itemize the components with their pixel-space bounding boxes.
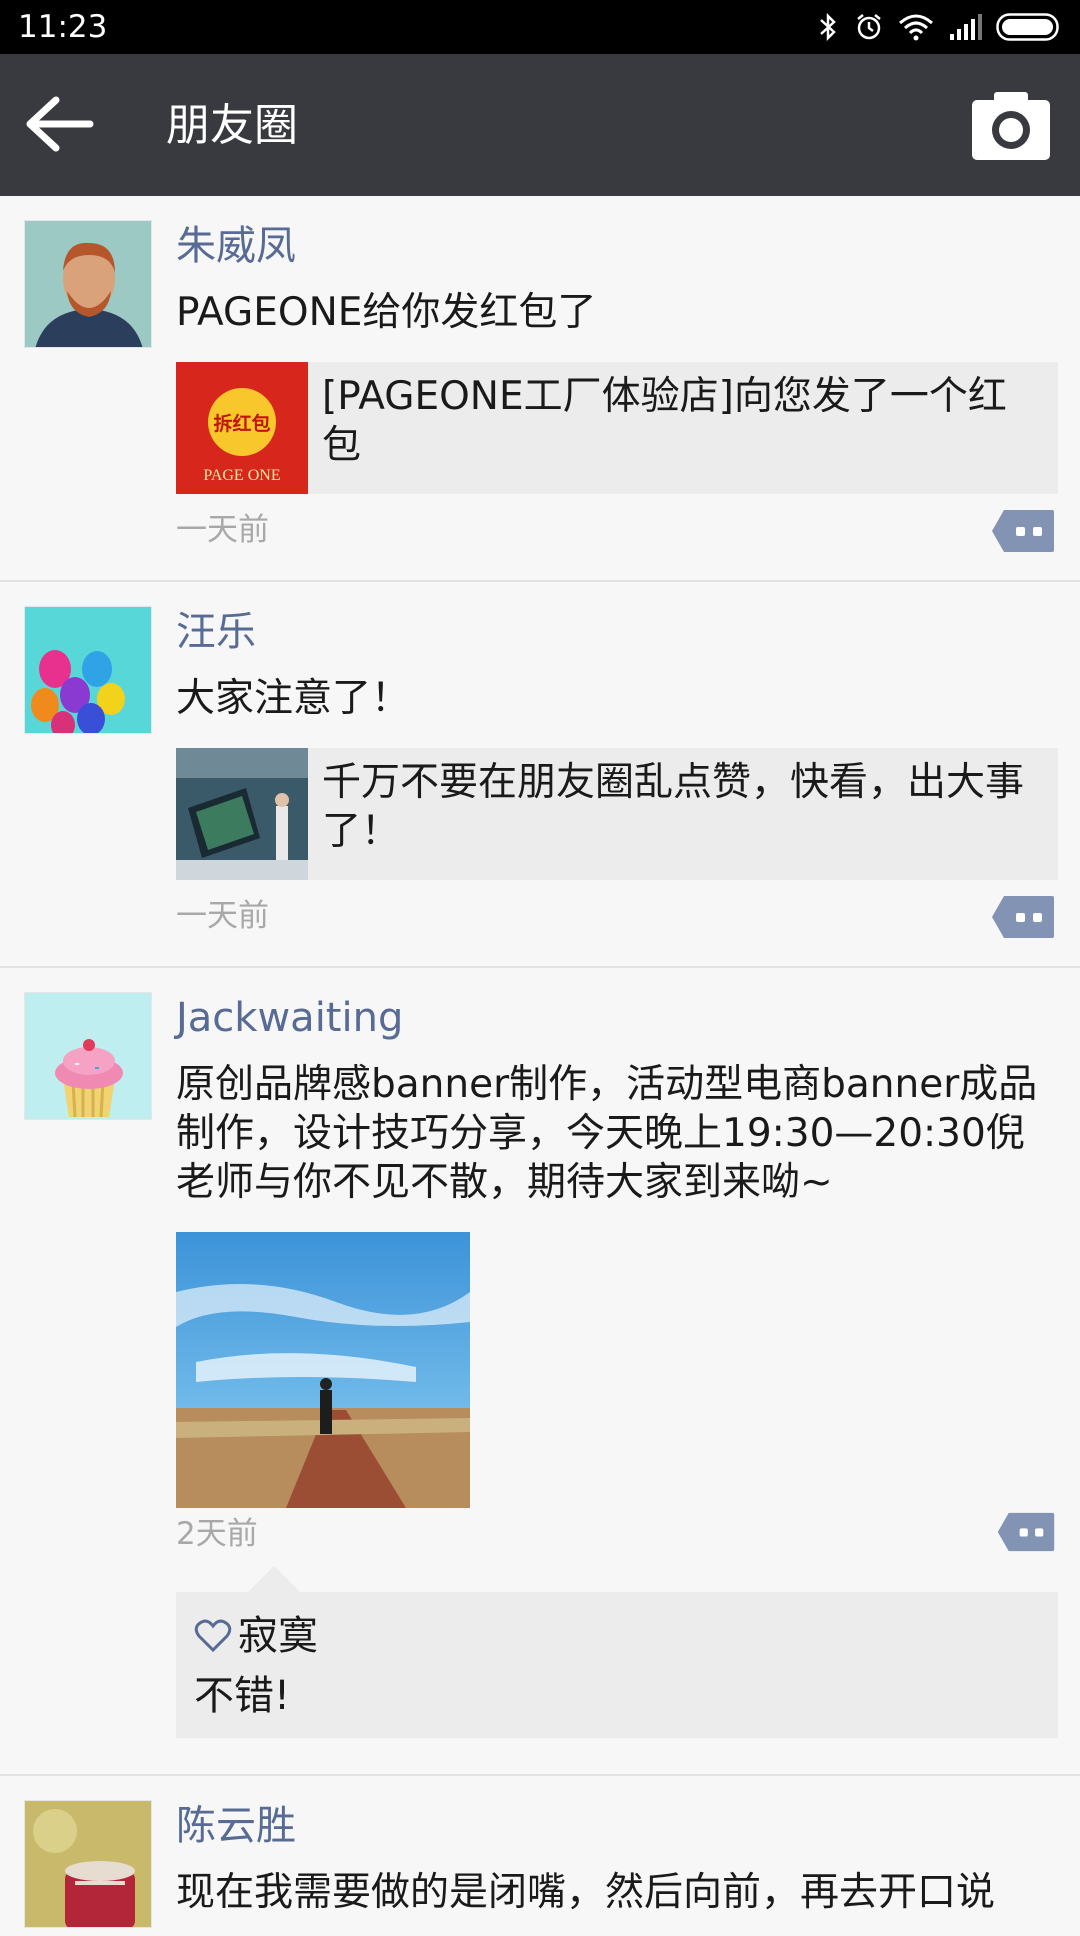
likes-comments-box: 寂寞 不错! — [176, 1566, 1058, 1738]
post-item: 汪乐 大家注意了！ 千万不要在朋友圈乱点赞，快看，出大事了！ 一天前 — [0, 582, 1080, 968]
comment-button[interactable] — [990, 894, 1056, 940]
post-text: 原创品牌感banner制作，活动型电商banner成品制作，设计技巧分享，今天晚… — [176, 1062, 1038, 1205]
post-time: 一天前 — [176, 898, 269, 934]
link-title: [PAGEONE工厂体验店]向您发了一个红包 — [322, 374, 1007, 468]
status-time: 11:23 — [18, 9, 108, 45]
wifi-icon — [899, 14, 933, 41]
post-item: 朱威凤 PAGEONE给你发红包了 拆红包 PAGE ONE [PAGEONE工… — [0, 196, 1080, 582]
back-button[interactable] — [26, 92, 96, 156]
page-title: 朋友圈 — [166, 100, 298, 151]
comment-bubble-icon — [992, 896, 1054, 938]
avatar[interactable] — [24, 220, 152, 348]
comment-box-pointer — [248, 1566, 300, 1592]
post-author-name[interactable]: 朱威凤 — [176, 218, 296, 274]
post-author-name[interactable]: 陈云胜 — [176, 1798, 296, 1854]
comment-bubble-icon — [997, 1512, 1055, 1552]
comment-text: 不错! — [194, 1673, 291, 1719]
post-author-name[interactable]: 汪乐 — [176, 604, 256, 660]
cupcake-avatar-image — [25, 993, 151, 1119]
avatar[interactable] — [24, 606, 152, 734]
status-bar: 11:23 — [0, 0, 1080, 54]
moments-feed[interactable]: 朱威凤 PAGEONE给你发红包了 拆红包 PAGE ONE [PAGEONE工… — [0, 196, 1080, 1936]
avatar[interactable] — [24, 1800, 152, 1928]
comment-button[interactable] — [990, 508, 1056, 554]
post-time: 2天前 — [176, 1516, 258, 1552]
news-thumbnail — [176, 748, 308, 880]
cake-avatar-image — [25, 1801, 151, 1927]
post-item: Jackwaiting 原创品牌感banner制作，活动型电商banner成品制… — [0, 968, 1080, 1776]
signal-icon — [950, 14, 982, 40]
post-author-name[interactable]: Jackwaiting — [176, 990, 403, 1046]
post-item: 陈云胜 现在我需要做的是闭嘴，然后向前，再去开口说 — [0, 1776, 1080, 1936]
red-packet-brand: PAGE ONE — [203, 467, 280, 484]
post-text: 大家注意了！ — [176, 676, 411, 721]
bluetooth-icon — [820, 12, 836, 42]
battery-icon — [996, 13, 1059, 41]
red-packet-label: 拆红包 — [213, 412, 270, 435]
camera-button[interactable] — [970, 90, 1052, 162]
link-card[interactable]: 千万不要在朋友圈乱点赞，快看，出大事了！ — [176, 748, 1058, 880]
link-title: 千万不要在朋友圈乱点赞，快看，出大事了！ — [322, 760, 1025, 854]
status-icons — [816, 12, 1062, 42]
comment-bubble-icon — [992, 510, 1054, 552]
back-arrow-icon — [26, 96, 94, 152]
like-row: 寂寞 — [194, 1610, 318, 1662]
alarm-icon — [857, 14, 881, 40]
post-time: 一天前 — [176, 512, 269, 548]
red-packet-thumbnail: 拆红包 PAGE ONE — [176, 362, 308, 494]
avatar[interactable] — [24, 992, 152, 1120]
post-text: PAGEONE给你发红包了 — [176, 290, 597, 335]
post-text: 现在我需要做的是闭嘴，然后向前，再去开口说 — [176, 1870, 996, 1915]
comment-button[interactable] — [996, 1510, 1062, 1556]
portrait-avatar-image — [25, 221, 151, 347]
heart-icon — [194, 1619, 232, 1653]
like-user-name[interactable]: 寂寞 — [238, 1610, 318, 1662]
camera-icon — [972, 92, 1050, 160]
link-card[interactable]: 拆红包 PAGE ONE [PAGEONE工厂体验店]向您发了一个红包 — [176, 362, 1058, 494]
balloons-avatar-image — [25, 607, 151, 733]
title-bar: 朋友圈 — [0, 54, 1080, 196]
post-photo[interactable] — [176, 1232, 470, 1508]
